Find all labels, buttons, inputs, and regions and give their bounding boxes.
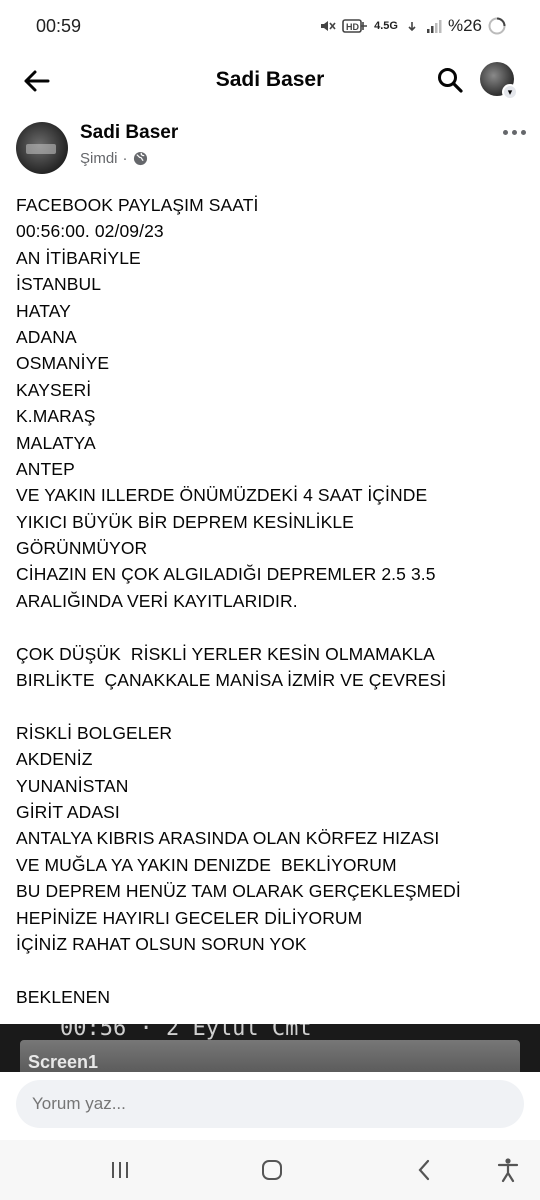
post-text-line: ANTEP bbox=[16, 458, 75, 479]
post-text-line: BU DEPREM HENÜZ TAM OLARAK GERÇEKLEŞMEDİ bbox=[16, 881, 461, 902]
post-text-line: İÇİNİZ RAHAT OLSUN SORUN YOK bbox=[16, 933, 307, 954]
post-text-line: AN İTİBARİYLE bbox=[16, 247, 141, 268]
post-text-line: ANTALYA KIBRIS ARASINDA OLAN KÖRFEZ HIZA… bbox=[16, 828, 440, 849]
status-bar: 00:59 HD 4.5G %26 bbox=[0, 0, 540, 52]
post-header: Sadi Baser Şimdi · bbox=[0, 118, 540, 180]
post-text-line: VE MUĞLA YA YAKIN DENIZDE BEKLİYORUM bbox=[16, 854, 397, 875]
comment-bar bbox=[0, 1072, 540, 1138]
globe-icon bbox=[133, 151, 147, 166]
post-text-line: MALATYA bbox=[16, 432, 96, 453]
back-icon bbox=[418, 1159, 430, 1181]
post-meta: Şimdi · bbox=[80, 150, 148, 167]
post-text-line: HATAY bbox=[16, 300, 71, 321]
post-text-line: 00:56:00. 02/09/23 bbox=[16, 221, 164, 242]
post-text-line: CİHAZIN EN ÇOK ALGILADIĞI DEPREMLER 2.5 … bbox=[16, 564, 436, 585]
post-text-line bbox=[16, 693, 531, 719]
meta-separator: · bbox=[122, 150, 128, 167]
post-text-line: K.MARAŞ bbox=[16, 406, 96, 427]
post-text-line: FACEBOOK PAYLAŞIM SAATİ bbox=[16, 195, 259, 215]
wifi-calling-icon bbox=[408, 22, 416, 32]
post-text-line: OSMANİYE bbox=[16, 353, 110, 374]
status-time: 00:59 bbox=[36, 15, 82, 36]
nav-home-button[interactable] bbox=[252, 1152, 292, 1188]
post-text-line: YIKICI BÜYÜK BİR DEPREM KESİNLİKLE bbox=[16, 511, 354, 532]
post-text-line bbox=[16, 614, 531, 640]
more-dot bbox=[511, 129, 517, 135]
post-text-line: ÇOK DÜŞÜK RİSKLİ YERLER KESİN OLMAMAKLA bbox=[16, 643, 435, 664]
post-text-line bbox=[16, 957, 531, 983]
app-header: Sadi Baser ▾ bbox=[0, 52, 540, 110]
post-text-line: HEPİNİZE HAYIRLI GECELER DİLİYORUM bbox=[16, 907, 363, 928]
more-horizontal-icon bbox=[502, 129, 508, 135]
post-text-line: GÖRÜNMÜYOR bbox=[16, 538, 148, 559]
profile-menu-button[interactable]: ▾ bbox=[480, 62, 518, 100]
post-text-line: BIRLİKTE ÇANAKKALE MANİSA İZMİR VE ÇEVRE… bbox=[16, 670, 447, 691]
post-text-line: İSTANBUL bbox=[16, 274, 102, 295]
more-options-button[interactable] bbox=[498, 120, 530, 144]
signal-icon bbox=[426, 20, 442, 33]
post-image[interactable]: 00:56 · 2 Eylül Cmt Screen1 bbox=[0, 1024, 540, 1072]
status-icons: HD 4.5G %26 bbox=[318, 16, 506, 36]
accessibility-icon bbox=[497, 1158, 519, 1183]
svg-text:HD: HD bbox=[346, 22, 359, 32]
post-image-top-text: 00:56 · 2 Eylül Cmt bbox=[60, 1024, 312, 1041]
network-type: 4.5G bbox=[374, 20, 398, 32]
nav-accessibility-button[interactable] bbox=[488, 1152, 528, 1188]
battery-text: %26 bbox=[447, 16, 482, 35]
post-text-line: BEKLENEN bbox=[16, 986, 111, 1007]
post-text-line: AKDENİZ bbox=[16, 749, 93, 770]
mute-icon bbox=[321, 21, 336, 31]
search-icon bbox=[438, 68, 463, 93]
post-image-text: Screen1 bbox=[28, 1052, 99, 1072]
back-button[interactable] bbox=[18, 64, 54, 98]
author-avatar[interactable] bbox=[16, 122, 68, 174]
post-text-line: VE YAKIN ILLERDE ÖNÜMÜZDEKİ 4 SAAT İÇİND… bbox=[16, 485, 428, 506]
post-text-line: GİRİT ADASI bbox=[16, 801, 120, 822]
nav-back-button[interactable] bbox=[404, 1152, 444, 1188]
nav-recents-button[interactable] bbox=[100, 1152, 140, 1188]
battery-icon bbox=[488, 17, 506, 35]
post-text-line: ARALIĞINDA VERİ KAYITLARIDIR. bbox=[16, 590, 298, 611]
arrow-left-icon bbox=[24, 70, 50, 92]
system-nav-bar bbox=[0, 1140, 540, 1200]
recents-icon bbox=[112, 1162, 128, 1178]
post-text-line: RİSKLİ BOLGELER bbox=[16, 722, 173, 743]
post-text: FACEBOOK PAYLAŞIM SAATİ 00:56:00. 02/09/2… bbox=[16, 192, 531, 1010]
comment-input[interactable] bbox=[16, 1080, 524, 1128]
author-name[interactable]: Sadi Baser bbox=[80, 122, 178, 144]
hd-call-icon: HD bbox=[342, 19, 368, 33]
chevron-down-icon: ▾ bbox=[502, 84, 518, 100]
home-icon bbox=[262, 1160, 282, 1180]
post-text-line: YUNANİSTAN bbox=[16, 775, 129, 796]
post-text-line: ADANA bbox=[16, 326, 77, 347]
post-timestamp[interactable]: Şimdi bbox=[80, 150, 118, 167]
search-button[interactable] bbox=[432, 62, 468, 98]
post-text-line: KAYSERİ bbox=[16, 379, 92, 400]
more-dot bbox=[520, 129, 526, 135]
